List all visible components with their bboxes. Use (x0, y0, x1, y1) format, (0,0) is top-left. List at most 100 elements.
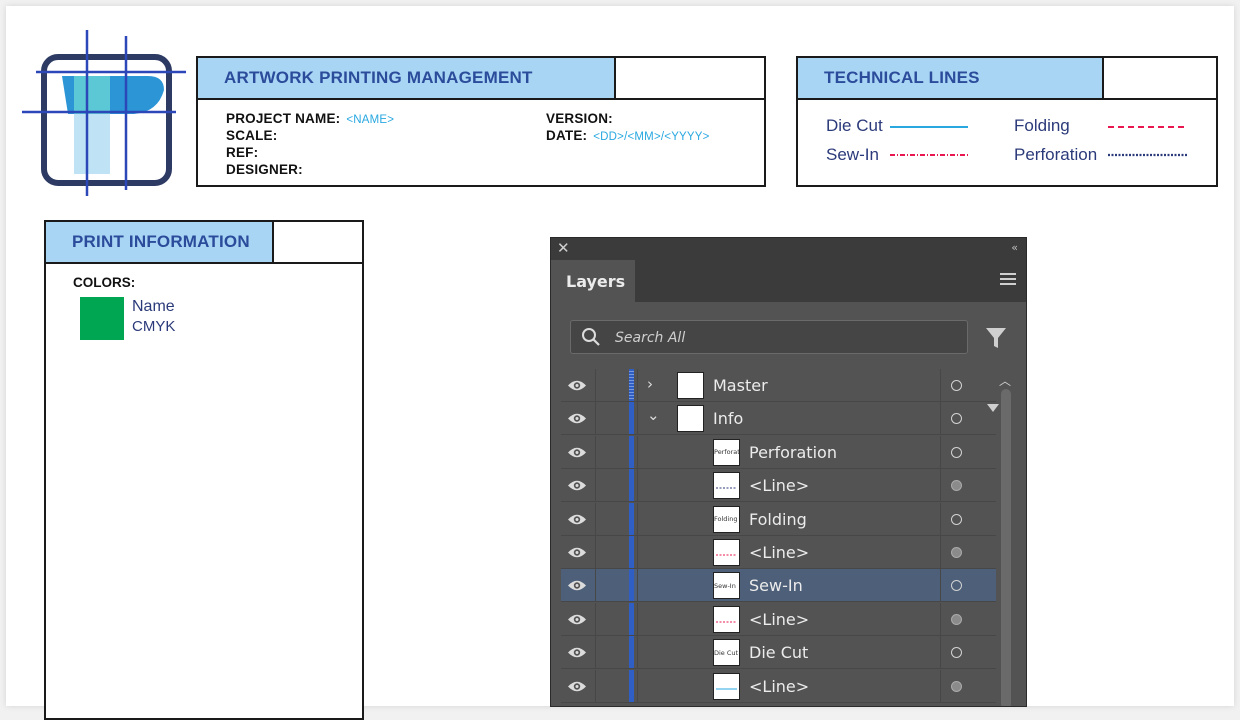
target-circle-icon[interactable] (951, 547, 962, 558)
visibility-eye-icon[interactable] (567, 579, 587, 592)
thumbnail-text: Perforation (714, 448, 740, 457)
layer-row[interactable]: › Master (561, 369, 996, 402)
layer-thumbnail (713, 672, 740, 700)
die-cut-label: Die Cut (826, 116, 883, 135)
folding-line (1108, 126, 1188, 128)
layer-color-bar (629, 402, 634, 435)
target-circle-icon[interactable] (951, 513, 962, 525)
layers-search (570, 320, 968, 354)
panel-titlebar: ✕ ‹‹ (551, 238, 1026, 260)
brand-logo (22, 30, 186, 196)
ref-label: REF: (226, 145, 259, 160)
designer-label: DESIGNER: (226, 162, 303, 177)
print-information-title: PRINT INFORMATION (46, 222, 274, 264)
layer-name: Master (713, 376, 768, 395)
layer-color-bar (629, 536, 634, 568)
layer-color-bar (629, 602, 634, 635)
search-icon (582, 328, 600, 346)
visibility-eye-icon[interactable] (567, 646, 587, 659)
sew-in-line (890, 154, 970, 156)
selection-indicator-icon (987, 404, 999, 412)
layer-row[interactable]: Folding Folding (561, 502, 996, 536)
project-info-box: ARTWORK PRINTING MANAGEMENT PROJECT NAME… (196, 56, 766, 187)
print-information-box: PRINT INFORMATION COLORS: Name CMYK (44, 220, 364, 720)
technical-lines-box: TECHNICAL LINES Die Cut Sew-In Folding P… (796, 56, 1218, 187)
filter-icon[interactable] (985, 326, 1007, 350)
layer-color-bar (629, 636, 634, 669)
technical-lines-title: TECHNICAL LINES (798, 58, 1104, 100)
target-circle-icon[interactable] (951, 446, 962, 458)
layer-color-bar (629, 369, 634, 401)
layer-thumbnail (713, 472, 740, 500)
project-name-value: <NAME> (346, 114, 395, 126)
tab-layers[interactable]: Layers (551, 260, 635, 302)
layer-thumbnail (713, 539, 740, 566)
layer-thumbnail (677, 372, 704, 399)
layer-color-bar (629, 502, 634, 535)
folding-label: Folding (1014, 116, 1070, 135)
layer-thumbnail (713, 605, 740, 633)
collapse-icon[interactable]: ‹‹ (1011, 241, 1018, 254)
visibility-eye-icon[interactable] (567, 479, 587, 492)
layer-name: <Line> (749, 609, 810, 629)
layer-row[interactable]: <Line> (561, 669, 996, 703)
sew-in-label: Sew-In (826, 145, 879, 164)
layers-scrollbar[interactable]: ︿ (996, 369, 1016, 706)
layer-name: <Line> (749, 476, 810, 496)
layer-name: Info (713, 409, 744, 429)
panel-menu-icon[interactable] (1000, 273, 1016, 288)
visibility-eye-icon[interactable] (567, 412, 587, 425)
layer-name: Perforation (749, 442, 837, 462)
target-circle-icon[interactable] (951, 413, 962, 425)
layer-name: Folding (749, 509, 807, 529)
layer-thumbnail: Sew-In (713, 572, 740, 600)
visibility-eye-icon[interactable] (567, 446, 587, 459)
colors-label: COLORS: (73, 275, 136, 290)
target-circle-icon[interactable] (951, 580, 962, 592)
layer-color-bar (629, 669, 634, 702)
thumbnail-text: Die Cut (714, 648, 739, 657)
project-box-title: ARTWORK PRINTING MANAGEMENT (198, 58, 616, 100)
visibility-eye-icon[interactable] (567, 613, 587, 626)
target-circle-icon[interactable] (951, 480, 962, 492)
scroll-thumb[interactable] (1001, 389, 1011, 706)
target-circle-icon[interactable] (951, 380, 962, 391)
visibility-eye-icon[interactable] (567, 546, 587, 559)
layer-row[interactable]: ⌄ Info (561, 402, 996, 436)
visibility-eye-icon[interactable] (567, 680, 587, 693)
thumbnail-text: Folding (714, 515, 738, 524)
search-input[interactable] (613, 327, 947, 349)
die-cut-line (890, 126, 968, 128)
layer-color-bar (629, 469, 634, 502)
chevron-down-icon[interactable]: ⌄ (647, 406, 660, 424)
layer-row[interactable]: <Line> (561, 469, 996, 503)
layer-name: Die Cut (749, 643, 809, 663)
layer-row[interactable]: Sew-In Sew-In (561, 569, 996, 603)
layer-thumbnail: Folding (713, 505, 740, 533)
chevron-right-icon[interactable]: › (647, 375, 653, 393)
layer-color-bar (629, 569, 634, 602)
layer-thumbnail: Perforation (713, 438, 740, 466)
layer-row[interactable]: <Line> (561, 602, 996, 636)
swatch-name: Name (132, 298, 175, 315)
scale-label: SCALE: (226, 128, 278, 143)
layer-row[interactable]: Perforation Perforation (561, 435, 996, 469)
layer-row[interactable]: Die Cut Die Cut (561, 636, 996, 670)
color-swatch (80, 297, 124, 340)
perforation-label: Perforation (1014, 145, 1098, 164)
project-name-label: PROJECT NAME: (226, 111, 341, 126)
scroll-up-icon[interactable]: ︿ (999, 372, 1011, 389)
target-circle-icon[interactable] (951, 647, 962, 659)
visibility-eye-icon[interactable] (567, 379, 587, 392)
swatch-mode: CMYK (132, 318, 176, 335)
layer-name: Sew-In (749, 576, 803, 596)
close-icon[interactable]: ✕ (557, 239, 570, 257)
date-label: DATE: (546, 128, 588, 143)
layer-thumbnail (677, 405, 704, 433)
visibility-eye-icon[interactable] (567, 513, 587, 526)
layer-row[interactable]: <Line> (561, 536, 996, 569)
target-circle-icon[interactable] (951, 680, 962, 692)
version-label: VERSION: (546, 111, 613, 126)
target-circle-icon[interactable] (951, 613, 962, 625)
date-value: <DD>/<MM>/<YYYY> (593, 131, 710, 143)
